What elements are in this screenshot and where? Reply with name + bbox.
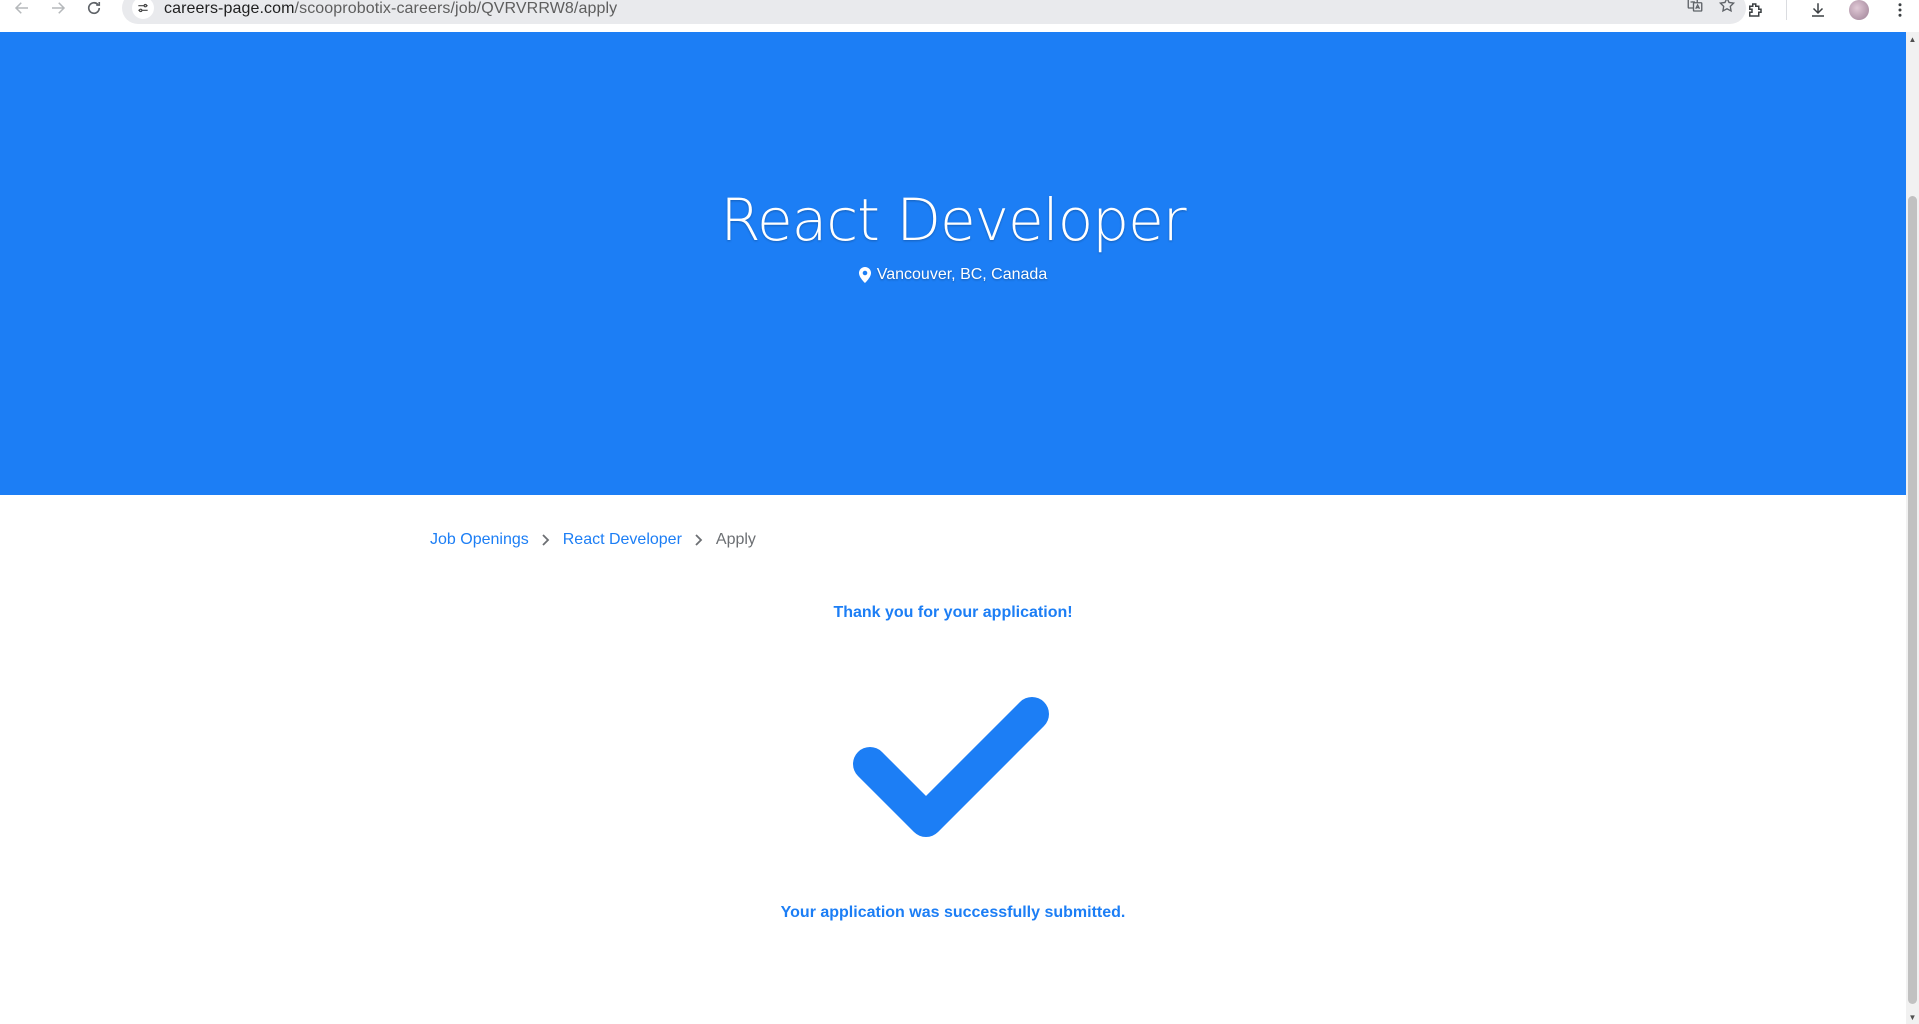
chevron-right-icon bbox=[541, 533, 551, 547]
checkmark-icon bbox=[853, 697, 1049, 837]
site-info-icon[interactable] bbox=[132, 0, 154, 19]
scroll-up-arrow-icon[interactable]: ▲ bbox=[1906, 32, 1919, 46]
vertical-scrollbar[interactable]: ▲ ▼ bbox=[1906, 32, 1919, 1024]
reload-button[interactable] bbox=[76, 0, 112, 24]
browser-toolbar: careers-page.com/scooprobotix-careers/jo… bbox=[0, 0, 1919, 32]
page-content: React Developer Vancouver, BC, Canada Jo… bbox=[0, 32, 1906, 1024]
address-bar[interactable]: careers-page.com/scooprobotix-careers/jo… bbox=[122, 0, 1746, 24]
back-button[interactable] bbox=[4, 0, 40, 24]
more-menu-icon[interactable] bbox=[1891, 1, 1909, 19]
confirmation-heading: Thank you for your application! bbox=[833, 604, 1073, 621]
toolbar-divider bbox=[1786, 0, 1787, 20]
scrollbar-thumb[interactable] bbox=[1908, 196, 1917, 1004]
star-bookmark-icon[interactable] bbox=[1718, 0, 1736, 14]
arrow-left-icon bbox=[14, 2, 28, 14]
scroll-down-arrow-icon[interactable]: ▼ bbox=[1906, 1010, 1919, 1024]
url-path: /scooprobotix-careers/job/QVRVRRW8/apply bbox=[294, 0, 618, 17]
url-host: careers-page.com bbox=[164, 0, 295, 17]
job-location-text: Vancouver, BC, Canada bbox=[876, 266, 1048, 283]
confirmation-message: Your application was successfully submit… bbox=[780, 904, 1126, 921]
breadcrumb: Job Openings React Developer Apply bbox=[430, 531, 756, 549]
map-pin-icon bbox=[858, 267, 871, 283]
url-text: careers-page.com/scooprobotix-careers/jo… bbox=[164, 0, 617, 18]
extensions-icon[interactable] bbox=[1746, 1, 1764, 19]
arrow-right-icon bbox=[52, 2, 66, 14]
breadcrumb-current-apply: Apply bbox=[715, 531, 756, 548]
profile-avatar[interactable] bbox=[1849, 0, 1869, 20]
job-title: React Developer bbox=[720, 186, 1186, 254]
forward-button[interactable] bbox=[40, 0, 76, 24]
translate-icon[interactable] bbox=[1686, 0, 1704, 14]
chevron-right-icon bbox=[694, 533, 704, 547]
download-icon[interactable] bbox=[1809, 1, 1827, 19]
job-header-banner: React Developer Vancouver, BC, Canada bbox=[0, 32, 1906, 495]
breadcrumb-job-openings[interactable]: Job Openings bbox=[430, 531, 529, 549]
reload-icon bbox=[87, 1, 101, 15]
job-location: Vancouver, BC, Canada bbox=[858, 266, 1048, 284]
breadcrumb-react-developer[interactable]: React Developer bbox=[563, 531, 682, 549]
